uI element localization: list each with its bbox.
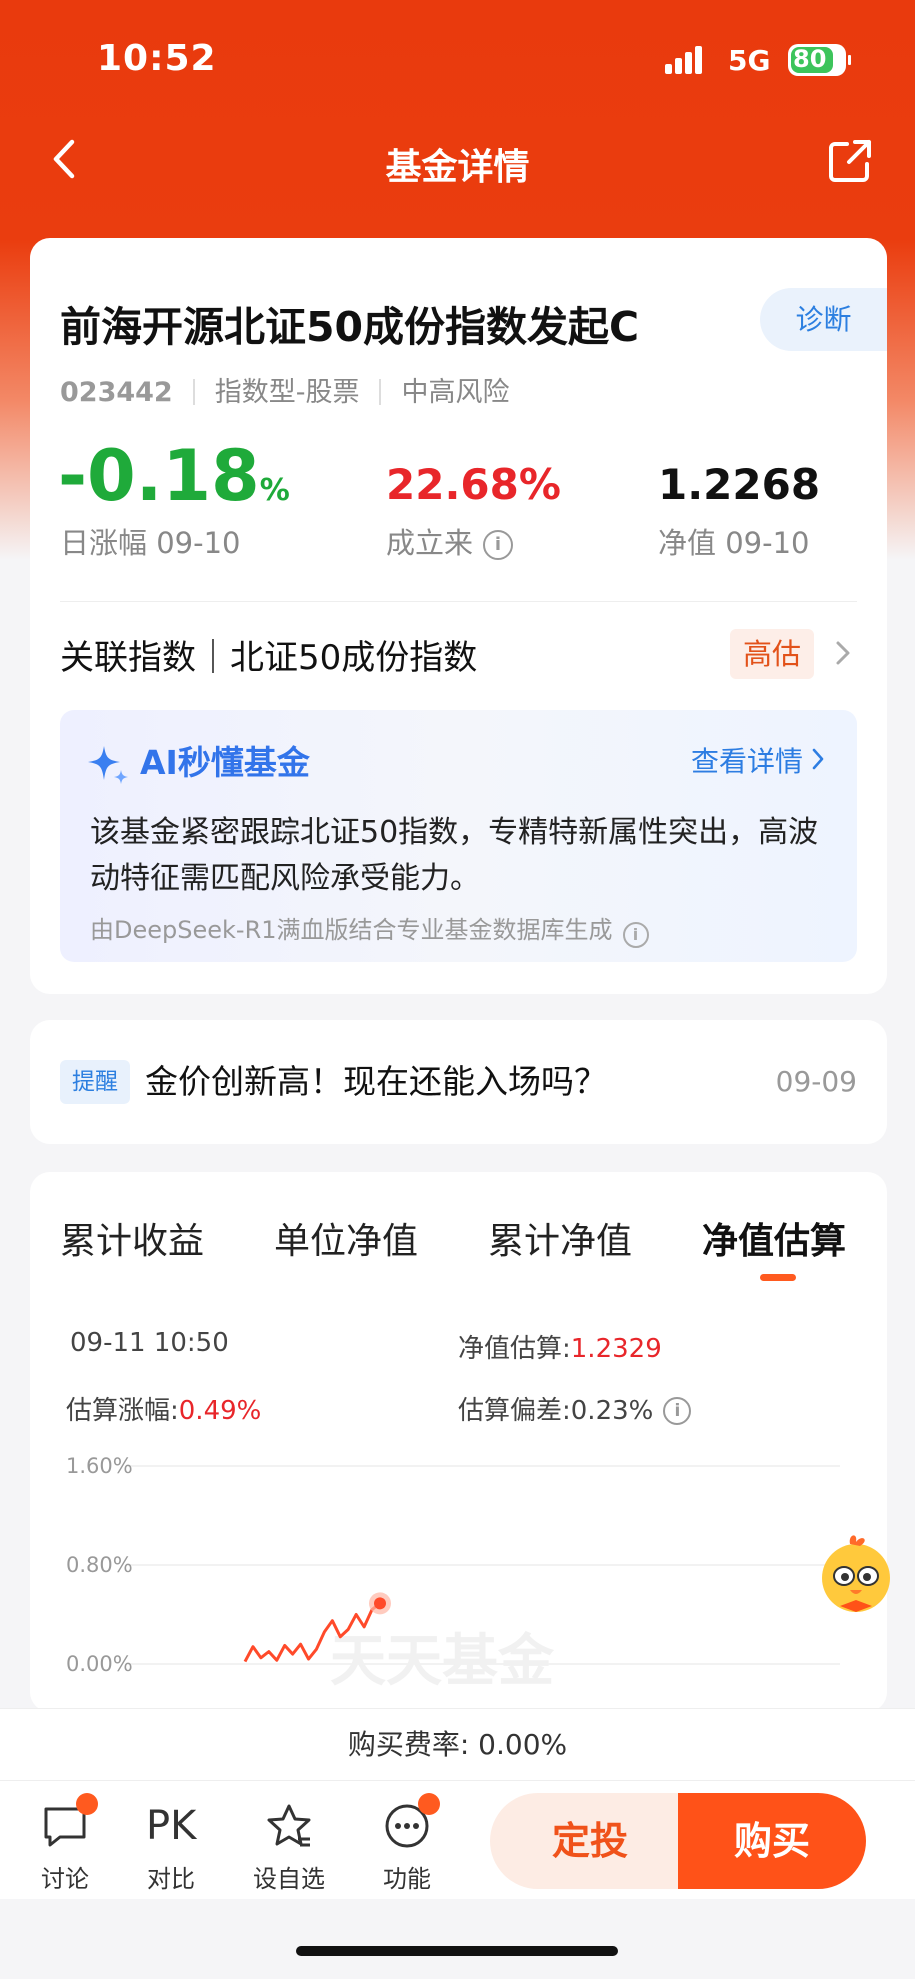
valuation-badge: 高估: [730, 629, 814, 679]
mascot-icon[interactable]: [810, 1528, 902, 1620]
home-indicator: [296, 1946, 618, 1956]
nav-bar: 基金详情: [0, 122, 915, 202]
chart-card: 累计收益 单位净值 累计净值 净值估算 09-11 10:50 净值估算:1.2…: [30, 1172, 887, 1712]
pk-icon: PK: [146, 1803, 197, 1849]
ai-footer: 由DeepSeek-R1满血版结合专业基金数据库生成 i: [90, 910, 649, 948]
purchase-fee: 购买费率: 0.00%: [0, 1708, 915, 1781]
fund-type: 指数型-股票: [214, 377, 360, 408]
battery-level: 80: [793, 45, 827, 73]
battery-icon: 80: [788, 44, 851, 76]
sparkle-icon: [88, 746, 128, 784]
tab-cumulative-return[interactable]: 累计收益: [60, 1212, 204, 1264]
tab-nav-estimate[interactable]: 净值估算: [702, 1212, 846, 1264]
y-tick-label: 0.00%: [66, 1652, 133, 1676]
info-icon[interactable]: i: [483, 530, 514, 560]
reminder-text[interactable]: 金价创新高！现在还能入场吗？: [145, 1060, 607, 1104]
info-icon[interactable]: i: [622, 922, 649, 948]
add-watchlist-button[interactable]: 设自选: [244, 1801, 334, 1894]
info-icon[interactable]: i: [663, 1397, 692, 1425]
compare-button[interactable]: PK 对比: [126, 1801, 216, 1894]
ai-details-link[interactable]: 查看详情: [691, 740, 803, 780]
page-title: 基金详情: [385, 147, 530, 188]
status-time: 10:52: [97, 38, 217, 79]
ai-summary-box: AI秒懂基金 查看详情 该基金紧密跟踪北证50指数，专精特新属性突出，高波动特征…: [60, 710, 857, 962]
fixed-invest-button[interactable]: 定投: [490, 1793, 690, 1889]
chart-watermark: 天天基金: [330, 1629, 555, 1694]
since-inception-label[interactable]: 成立来 i: [386, 520, 514, 562]
since-inception-value: 22.68%: [386, 460, 561, 509]
share-icon[interactable]: [825, 136, 875, 186]
fund-risk: 中高风险: [401, 377, 510, 408]
star-icon: [267, 1804, 311, 1847]
fund-name: 前海开源北证50成份指数发起C: [60, 303, 640, 351]
functions-button[interactable]: 功能: [362, 1793, 452, 1894]
reminder-badge: 提醒: [60, 1060, 130, 1104]
signal-icon: [665, 46, 709, 74]
chevron-right-icon[interactable]: [830, 638, 856, 668]
buy-button[interactable]: 购买: [678, 1793, 866, 1889]
network-type: 5G: [728, 44, 771, 77]
estimate-change: 估算涨幅:0.49%: [66, 1396, 262, 1426]
fund-summary-card: 前海开源北证50成份指数发起C 诊断 023442 指数型-股票 中高风险 -0.1…: [30, 238, 887, 994]
daily-change-value: -0.18%: [58, 435, 290, 517]
nav-label: 净值 09-10: [658, 526, 810, 560]
nav-estimate-chart[interactable]: 1.60% 0.80% 0.00% 天天基金: [30, 1444, 887, 1712]
diagnose-button[interactable]: 诊断: [760, 288, 887, 351]
reminder-card[interactable]: 提醒 金价创新高！现在还能入场吗？ 09-09: [30, 1020, 887, 1144]
estimate-datetime: 09-11 10:50: [70, 1328, 229, 1358]
y-tick-label: 1.60%: [66, 1454, 133, 1478]
notification-dot: [418, 1793, 440, 1815]
bottom-action-bar: 讨论 PK 对比 设自选 功能 定投 购买: [0, 1780, 915, 1899]
tab-unit-nav[interactable]: 单位净值: [274, 1212, 418, 1264]
tab-cumulative-nav[interactable]: 累计净值: [488, 1212, 632, 1264]
divider: [60, 601, 857, 602]
tab-indicator: [760, 1274, 796, 1281]
estimate-nav: 净值估算:1.2329: [458, 1334, 662, 1364]
nav-value: 1.2268: [658, 460, 821, 509]
notification-dot: [76, 1793, 98, 1815]
ai-summary-text: 该基金紧密跟踪北证50指数，专精特新属性突出，高波动特征需匹配风险承受能力。: [90, 815, 819, 896]
fund-code: 023442: [60, 377, 173, 408]
ai-title: AI秒懂基金: [140, 743, 310, 782]
estimate-deviation: 估算偏差:0.23% i: [458, 1390, 692, 1427]
daily-change-label: 日涨幅 09-10: [60, 526, 241, 560]
y-tick-label: 0.80%: [66, 1553, 133, 1577]
status-bar: 10:52 5G 80: [0, 0, 915, 120]
reminder-date: 09-09: [775, 1065, 857, 1098]
chevron-right-icon[interactable]: [809, 746, 827, 772]
latest-point: [374, 1597, 386, 1610]
fund-meta: 023442 指数型-股票 中高风险: [60, 370, 509, 409]
discuss-button[interactable]: 讨论: [20, 1793, 110, 1894]
